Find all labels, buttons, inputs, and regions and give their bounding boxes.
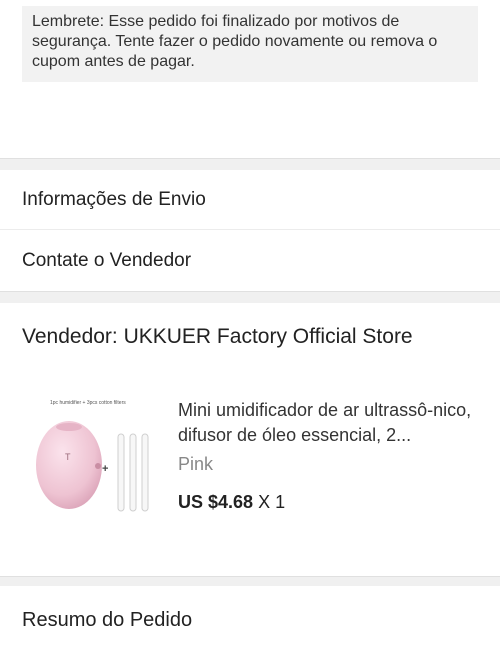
product-price: US $4.68 — [178, 492, 254, 512]
product-name[interactable]: Mini umidificador de ar ultrassô-nico, d… — [178, 398, 478, 448]
security-notice: Lembrete: Esse pedido foi finalizado por… — [22, 6, 478, 82]
contact-seller-row[interactable]: Contate o Vendedor — [0, 231, 500, 291]
product-price-line: US $4.68 X 1 — [178, 492, 478, 513]
product-image[interactable]: 1pc humidifier + 3pcs cotton filters T + — [22, 396, 164, 529]
product-info[interactable]: Mini umidificador de ar ultrassô-nico, d… — [178, 398, 478, 513]
product-variant: Pink — [178, 454, 214, 474]
humidifier-illustration: T + — [36, 421, 149, 512]
notice-section: Lembrete: Esse pedido foi finalizado por… — [0, 0, 500, 158]
product-image-caption: 1pc humidifier + 3pcs cotton filters — [50, 400, 126, 406]
seller-title[interactable]: Vendedor: UKKUER Factory Official Store — [22, 325, 413, 349]
section-divider — [0, 576, 500, 586]
order-summary-section: Resumo do Pedido — [0, 586, 500, 648]
contact-seller-label: Contate o Vendedor — [22, 250, 192, 271]
svg-text:T: T — [65, 452, 71, 462]
shipping-info-label: Informações de Envio — [22, 189, 206, 210]
svg-text:+: + — [102, 463, 108, 475]
product-quantity: X 1 — [258, 492, 286, 512]
shipping-info-row[interactable]: Informações de Envio — [0, 170, 500, 230]
section-divider — [0, 158, 500, 170]
order-summary-title: Resumo do Pedido — [22, 609, 193, 631]
seller-section: Vendedor: UKKUER Factory Official Store … — [0, 303, 500, 576]
section-divider — [0, 291, 500, 303]
